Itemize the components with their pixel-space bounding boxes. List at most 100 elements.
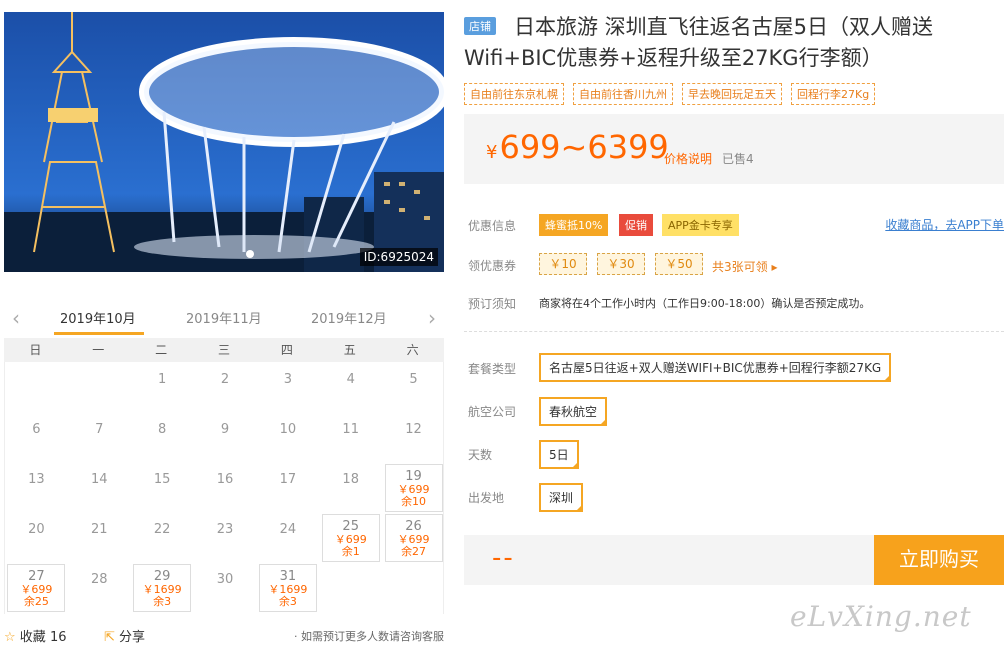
calendar-day-number: 20 — [28, 522, 45, 537]
calendar-day-number: 17 — [279, 472, 297, 487]
calendar-day: 1 — [133, 364, 191, 412]
share-label: 分享 — [119, 630, 146, 645]
coupon-10[interactable]: ￥10 — [539, 253, 587, 275]
calendar-day-number: 25 — [342, 519, 359, 534]
active-month-indicator — [54, 332, 144, 335]
calendar-day: 14 — [70, 464, 128, 512]
calendar-day-number: 3 — [283, 372, 292, 387]
action-bar: ☆ 收藏 16 ⇱ 分享 · 如需预订更多人数请咨询客服 — [4, 624, 444, 648]
tab-month-2[interactable]: 2019年11月 — [186, 308, 262, 327]
calendar-day[interactable]: 26 ￥699 余27 — [384, 514, 443, 562]
feature-tag: 自由前往东京札幌 — [464, 83, 564, 105]
calendar-day: 21 — [70, 514, 128, 562]
calendar-day[interactable]: 25 ￥699 余1 — [321, 514, 380, 562]
calendar-day: 24 — [259, 514, 317, 562]
product-title: 日本旅游 深圳直飞往返名古屋5日（双人赠送Wifi+BIC优惠券+返程升级至27… — [464, 15, 934, 70]
weekday-fri: 五 — [343, 343, 356, 357]
price: ¥699~6399 — [486, 128, 669, 166]
calendar-day-number: 4 — [346, 372, 355, 387]
calendar-day: 16 — [196, 464, 254, 512]
price-explanation-link[interactable]: 价格说明 — [664, 150, 712, 167]
calendar-day-stock: 余10 — [401, 495, 427, 508]
airline-option[interactable]: 春秋航空 — [539, 397, 608, 426]
calendar-day-number: 11 — [342, 422, 359, 437]
calendar-day-number: 24 — [279, 522, 297, 537]
calendar-day-number: 7 — [95, 422, 104, 437]
calendar-grid: 1 2 3 4 5 6 7 8 9 10 11 12 13 14 15 16 17 18 19 ￥699 余10 20 21… — [4, 362, 444, 614]
collect-app-link[interactable]: 收藏商品，去APP下单 — [885, 216, 1004, 233]
weekday-tue: 二 — [155, 343, 168, 357]
favorite-label: 收藏 — [19, 630, 46, 645]
calendar-day: 10 — [259, 414, 317, 462]
calendar-day: 3 — [259, 364, 317, 412]
days-label: 天数 — [468, 448, 493, 462]
calendar-day-number: 15 — [153, 472, 171, 487]
calendar-day-number: 26 — [405, 519, 422, 534]
calendar-day[interactable]: 31 ￥1699 余3 — [258, 564, 317, 612]
package-option[interactable]: 名古屋5日往返+双人赠送WIFI+BIC优惠券+回程行李额27KG — [539, 353, 892, 382]
calendar-day-number: 8 — [158, 422, 167, 437]
calendar-day[interactable]: 27 ￥699 余25 — [7, 564, 66, 612]
carousel-dot[interactable] — [246, 250, 254, 258]
feature-tag: 回程行李27Kg — [791, 83, 876, 105]
weekday-mon: 一 — [92, 343, 105, 357]
calendar-day: 12 — [385, 414, 443, 462]
calendar-day: 9 — [196, 414, 254, 462]
weekday-sat: 六 — [406, 343, 419, 357]
calendar-day-number: 29 — [153, 569, 171, 584]
coupon-more-link[interactable]: 共3张可领 ▸ — [712, 258, 777, 275]
calendar-day-number: 22 — [153, 522, 171, 537]
calendar-day: 7 — [70, 414, 128, 462]
purchase-bar: -- 立即购买 — [464, 535, 1004, 585]
calendar-day: 15 — [133, 464, 191, 512]
chevron-left-icon[interactable]: ‹ — [12, 306, 20, 330]
calendar-day-number: 12 — [405, 422, 422, 437]
share-button[interactable]: ⇱ 分享 — [104, 626, 145, 645]
coupon-30[interactable]: ￥30 — [597, 253, 645, 275]
buy-now-button[interactable]: 立即购买 — [874, 535, 1004, 585]
price-panel: ¥699~6399 价格说明 已售4 — [464, 114, 1004, 184]
currency-symbol: ¥ — [486, 142, 498, 163]
days-option[interactable]: 5日 — [539, 440, 579, 469]
chevron-right-icon[interactable]: › — [428, 306, 436, 330]
calendar-day[interactable]: 19 ￥699 余10 — [384, 464, 443, 512]
calendar-day: 23 — [196, 514, 254, 562]
weekday-thu: 四 — [280, 343, 293, 357]
calendar-day-number: 27 — [28, 569, 45, 584]
calendar-day-stock: 余1 — [341, 545, 360, 558]
calendar-day-stock: 余27 — [401, 545, 427, 558]
calendar-day: 2 — [196, 364, 254, 412]
calendar-day-number: 14 — [91, 472, 108, 487]
tab-month-1[interactable]: 2019年10月 — [60, 308, 136, 327]
calendar-day: 28 — [70, 564, 128, 612]
calendar-day: 13 — [7, 464, 65, 512]
hero-photo — [4, 12, 444, 272]
favorite-button[interactable]: ☆ 收藏 16 — [4, 626, 67, 645]
calendar-day[interactable]: 29 ￥1699 余3 — [133, 564, 192, 612]
weekday-wed: 三 — [218, 343, 231, 357]
calendar-day-number: 5 — [409, 372, 418, 387]
shop-badge: 店铺 — [464, 17, 496, 35]
calendar-day-number: 21 — [91, 522, 108, 537]
feature-tag: 早去晚回玩足五天 — [682, 83, 782, 105]
calendar-day-number: 2 — [220, 372, 230, 387]
promo-chip-honey: 蜂蜜抵10% — [539, 214, 609, 236]
feature-tag: 自由前往香川九州 — [573, 83, 673, 105]
tab-month-3[interactable]: 2019年12月 — [311, 308, 387, 327]
calendar-day: 11 — [322, 414, 380, 462]
calendar-day-number: 6 — [32, 422, 41, 437]
depart-option[interactable]: 深圳 — [539, 483, 584, 512]
hero-image[interactable]: ID:6925024 — [4, 12, 444, 272]
calendar-day: 4 — [322, 364, 380, 412]
calendar-day: 5 — [385, 364, 443, 412]
coupon-label: 领优惠券 — [468, 259, 517, 273]
share-icon: ⇱ — [104, 630, 115, 645]
product-id: ID:6925024 — [359, 248, 438, 266]
star-icon: ☆ — [4, 630, 16, 645]
coupon-50[interactable]: ￥50 — [655, 253, 703, 275]
calendar-month-nav: ‹ 2019年10月 2019年11月 2019年12月 › — [4, 298, 444, 336]
calendar-day-stock: 余25 — [23, 595, 49, 608]
total-price: -- — [492, 543, 515, 573]
calendar-day-number: 1 — [158, 372, 167, 387]
calendar-weekday-header: 日 一 二 三 四 五 六 — [4, 338, 444, 362]
